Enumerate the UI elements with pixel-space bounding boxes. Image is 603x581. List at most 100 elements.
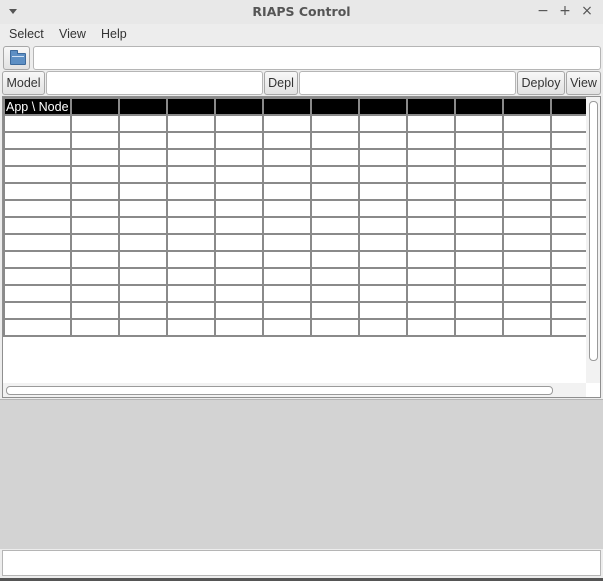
close-button[interactable]: × [579,3,595,19]
table-cell[interactable] [453,199,504,218]
table-cell[interactable] [213,250,264,269]
table-cell[interactable] [3,318,72,337]
table-cell[interactable] [357,301,408,320]
table-cell[interactable] [501,131,552,150]
table-cell[interactable] [213,148,264,167]
app-node-table[interactable]: App \ Node [2,96,601,398]
table-cell[interactable] [69,233,120,252]
table-cell[interactable] [405,165,456,184]
table-cell[interactable] [165,148,216,167]
table-cell[interactable] [501,250,552,269]
table-cell[interactable] [69,182,120,201]
table-cell[interactable] [405,284,456,303]
table-cell[interactable] [309,148,360,167]
table-cell[interactable] [213,199,264,218]
table-cell[interactable] [69,199,120,218]
table-cell[interactable] [501,318,552,337]
table-cell[interactable] [165,131,216,150]
table-cell[interactable] [309,131,360,150]
table-cell[interactable] [309,233,360,252]
open-folder-button[interactable] [3,46,30,70]
table-cell[interactable] [309,165,360,184]
table-cell[interactable] [3,114,72,133]
depl-button[interactable]: Depl [264,71,298,95]
table-cell[interactable] [3,301,72,320]
table-cell[interactable] [117,114,168,133]
table-cell[interactable] [117,182,168,201]
table-cell[interactable] [69,318,120,337]
table-cell[interactable] [453,233,504,252]
table-cell[interactable] [69,114,120,133]
table-cell[interactable] [3,267,72,286]
table-cell[interactable] [453,148,504,167]
horizontal-scroll-thumb[interactable] [6,386,553,395]
menu-select[interactable]: Select [9,27,44,41]
table-cell[interactable] [117,216,168,235]
table-cell[interactable] [117,131,168,150]
table-cell[interactable] [405,199,456,218]
table-cell[interactable] [453,131,504,150]
header-cell[interactable] [69,97,120,116]
table-cell[interactable] [165,165,216,184]
table-cell[interactable] [357,131,408,150]
table-cell[interactable] [501,267,552,286]
table-cell[interactable] [357,165,408,184]
table-cell[interactable] [309,318,360,337]
table-cell[interactable] [501,216,552,235]
table-cell[interactable] [165,199,216,218]
table-cell[interactable] [261,216,312,235]
vertical-scroll-thumb[interactable] [589,101,598,361]
table-cell[interactable] [501,233,552,252]
table-cell[interactable] [309,114,360,133]
table-cell[interactable] [261,199,312,218]
table-cell[interactable] [453,216,504,235]
minimize-button[interactable]: − [535,3,551,19]
table-cell[interactable] [261,148,312,167]
table-cell[interactable] [501,165,552,184]
table-cell[interactable] [213,182,264,201]
table-cell[interactable] [405,182,456,201]
header-cell[interactable] [165,97,216,116]
table-cell[interactable] [357,182,408,201]
table-cell[interactable] [261,301,312,320]
table-cell[interactable] [165,182,216,201]
header-cell[interactable] [501,97,552,116]
table-cell[interactable] [405,301,456,320]
table-cell[interactable] [165,233,216,252]
table-cell[interactable] [213,284,264,303]
header-app-node[interactable]: App \ Node [3,97,72,116]
table-cell[interactable] [69,148,120,167]
table-cell[interactable] [3,199,72,218]
table-cell[interactable] [357,250,408,269]
table-cell[interactable] [165,301,216,320]
table-cell[interactable] [213,165,264,184]
table-cell[interactable] [453,250,504,269]
table-cell[interactable] [3,250,72,269]
table-cell[interactable] [69,301,120,320]
table-cell[interactable] [501,199,552,218]
table-cell[interactable] [261,182,312,201]
table-cell[interactable] [117,318,168,337]
table-cell[interactable] [117,233,168,252]
table-cell[interactable] [261,250,312,269]
table-cell[interactable] [261,233,312,252]
table-cell[interactable] [213,301,264,320]
header-cell[interactable] [261,97,312,116]
table-cell[interactable] [309,199,360,218]
header-cell[interactable] [213,97,264,116]
path-field[interactable] [33,46,601,70]
table-cell[interactable] [213,131,264,150]
table-cell[interactable] [261,267,312,286]
table-cell[interactable] [69,216,120,235]
table-cell[interactable] [261,131,312,150]
header-cell[interactable] [357,97,408,116]
table-cell[interactable] [213,318,264,337]
table-cell[interactable] [3,182,72,201]
table-cell[interactable] [117,250,168,269]
table-cell[interactable] [453,165,504,184]
table-cell[interactable] [69,267,120,286]
header-cell[interactable] [405,97,456,116]
table-cell[interactable] [3,131,72,150]
header-cell[interactable] [453,97,504,116]
table-cell[interactable] [309,267,360,286]
